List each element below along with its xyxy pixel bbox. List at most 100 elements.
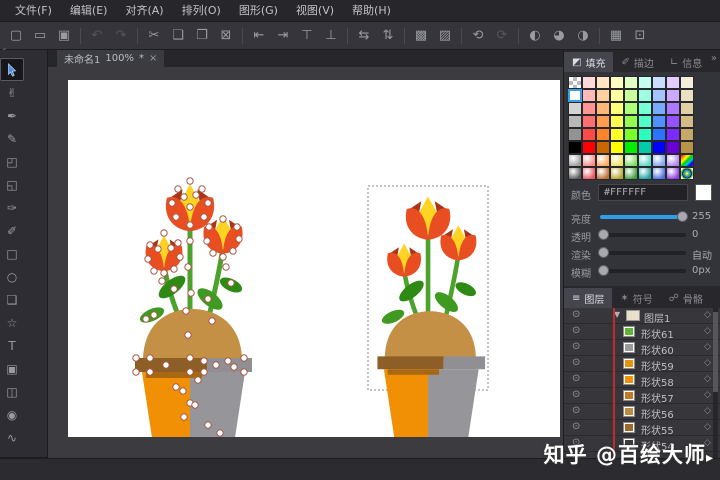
control-point[interactable] [187, 355, 193, 361]
tab-bones[interactable]: ☍骨骼 [661, 288, 711, 308]
palette-swatch[interactable] [582, 102, 596, 115]
palette-swatch[interactable] [568, 167, 582, 180]
control-point[interactable] [180, 388, 186, 394]
cut-icon[interactable]: ✂ [142, 25, 166, 47]
control-point[interactable] [231, 364, 237, 370]
palette-swatch[interactable] [680, 115, 694, 128]
panel-collapse-icon[interactable]: » [711, 53, 717, 64]
tab-close-icon[interactable]: × [149, 53, 157, 64]
canvas-page[interactable] [68, 80, 560, 437]
copy-icon[interactable]: ❏ [166, 25, 190, 47]
palette-swatch[interactable] [610, 167, 624, 180]
control-point[interactable] [151, 268, 157, 274]
palette-swatch[interactable] [680, 128, 694, 141]
align-bottom-icon[interactable]: ⊥ [319, 25, 343, 47]
palette-swatch[interactable] [652, 115, 666, 128]
palette-swatch[interactable] [652, 167, 666, 180]
pencil-tool[interactable]: ✎ [0, 127, 24, 150]
delete-icon[interactable]: ⊠ [214, 25, 238, 47]
control-point[interactable] [143, 316, 149, 322]
palette-swatch[interactable] [666, 154, 680, 167]
palette-swatch[interactable] [610, 115, 624, 128]
palette-swatch[interactable] [624, 141, 638, 154]
palette-swatch[interactable] [652, 128, 666, 141]
blur-slider[interactable] [600, 269, 686, 273]
palette-swatch[interactable] [596, 141, 610, 154]
palette-swatch[interactable] [582, 76, 596, 89]
brush-tool[interactable]: ✑ [0, 196, 24, 219]
control-point[interactable] [228, 280, 234, 286]
control-point[interactable] [205, 200, 211, 206]
align-top-icon[interactable]: ⊤ [295, 25, 319, 47]
palette-swatch[interactable] [582, 128, 596, 141]
palette-swatch[interactable] [638, 102, 652, 115]
layer-row[interactable]: ⊙形状57◇ [564, 388, 720, 404]
palette-swatch[interactable] [568, 128, 582, 141]
tab-info[interactable]: ∟信息 [662, 52, 710, 72]
palette-swatch[interactable] [582, 89, 596, 102]
menu-item-shape[interactable]: 图形(G) [230, 0, 287, 22]
fill-radial-icon[interactable]: ◕ [547, 25, 571, 47]
ellipse-tool[interactable]: ○ [0, 265, 24, 288]
outline-color-icon[interactable]: ◇ [704, 358, 711, 368]
brightness-slider-thumb[interactable] [677, 211, 688, 222]
visibility-eye-icon[interactable]: ⊙ [572, 389, 580, 400]
flip-horizontal-icon[interactable]: ⇆ [352, 25, 376, 47]
control-point[interactable] [220, 254, 226, 260]
select-tool[interactable] [0, 58, 24, 81]
palette-swatch[interactable] [680, 167, 694, 180]
control-point[interactable] [193, 192, 199, 198]
palette-swatch[interactable] [596, 115, 610, 128]
palette-swatch[interactable] [680, 76, 694, 89]
control-point[interactable] [147, 242, 153, 248]
control-point[interactable] [177, 254, 183, 260]
control-point[interactable] [201, 214, 207, 220]
current-color-swatch[interactable] [695, 184, 712, 201]
outline-color-icon[interactable]: ◇ [704, 390, 711, 400]
outline-color-icon[interactable]: ◇ [704, 374, 711, 384]
palette-swatch[interactable] [666, 115, 680, 128]
palette-swatch[interactable] [680, 102, 694, 115]
control-point[interactable] [133, 369, 139, 375]
tab-symbols[interactable]: ✶符号 [612, 288, 660, 308]
layer-row[interactable]: ⊙形状56◇ [564, 404, 720, 420]
screen-tool[interactable]: ◫ [0, 380, 24, 403]
control-point[interactable] [204, 238, 210, 244]
palette-swatch[interactable] [610, 89, 624, 102]
visibility-eye-icon[interactable]: ⊙ [572, 405, 580, 416]
palette-swatch[interactable] [638, 167, 652, 180]
control-point[interactable] [225, 358, 231, 364]
image-tool[interactable]: ▣ [0, 357, 24, 380]
layer-row[interactable]: ⊙形状55◇ [564, 420, 720, 436]
layer-row[interactable]: ⊙形状58◇ [564, 372, 720, 388]
pen-tool[interactable]: ✒ [0, 104, 24, 127]
palette-swatch[interactable] [596, 102, 610, 115]
palette-swatch[interactable] [624, 102, 638, 115]
control-point[interactable] [188, 290, 194, 296]
new-icon[interactable]: ▢ [4, 25, 28, 47]
palette-swatch[interactable] [638, 115, 652, 128]
control-point[interactable] [234, 224, 240, 230]
opacity-slider[interactable] [600, 233, 686, 237]
control-point[interactable] [175, 186, 181, 192]
palette-swatch[interactable] [638, 154, 652, 167]
control-point[interactable] [187, 369, 193, 375]
control-point[interactable] [155, 246, 161, 252]
eyedropper-tool[interactable]: ✐ [0, 219, 24, 242]
menu-item-arrange[interactable]: 排列(O) [173, 0, 230, 22]
control-point[interactable] [205, 296, 211, 302]
free-transform-tool[interactable]: ◰ [0, 150, 24, 173]
control-point[interactable] [209, 318, 215, 324]
control-point[interactable] [201, 358, 207, 364]
fill-transform-tool[interactable]: ◱ [0, 173, 24, 196]
control-point[interactable] [151, 312, 157, 318]
palette-swatch[interactable] [568, 102, 582, 115]
star-tool[interactable]: ☆ [0, 311, 24, 334]
palette-swatch[interactable] [596, 128, 610, 141]
tab-stroke[interactable]: ✐描边 [613, 52, 661, 72]
actual-size-icon[interactable]: ⊡ [628, 25, 652, 47]
control-point[interactable] [195, 377, 201, 383]
control-point[interactable] [192, 402, 198, 408]
palette-swatch[interactable] [652, 89, 666, 102]
palette-swatch[interactable] [582, 141, 596, 154]
